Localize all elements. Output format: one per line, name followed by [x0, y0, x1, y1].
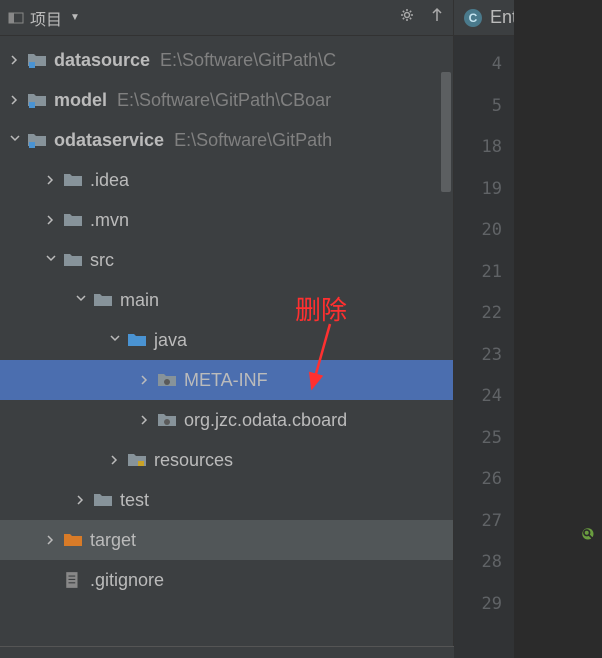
- tree-node-org-jzc-odata-cboard[interactable]: org.jzc.odata.cboard: [0, 400, 453, 440]
- target-folder-icon: [64, 532, 82, 548]
- panel-title: 项目: [30, 6, 62, 30]
- expand-icon[interactable]: [108, 333, 122, 347]
- node-label: java: [154, 330, 187, 351]
- node-label: .idea: [90, 170, 129, 191]
- module-icon: [28, 52, 46, 68]
- project-panel: 项目 ▼ datasource E:\Software\GitPath\C mode…: [0, 0, 454, 658]
- bottom-toolbar: [0, 646, 454, 658]
- line-number: 19: [454, 169, 502, 211]
- editor-gutter: 45181920212223242526272829: [454, 0, 514, 658]
- node-label: odataservice: [54, 130, 164, 151]
- expand-icon[interactable]: [8, 133, 22, 147]
- node-label: .mvn: [90, 210, 129, 231]
- line-number: 5: [454, 86, 502, 128]
- tree-node-test[interactable]: test: [0, 480, 453, 520]
- expand-icon[interactable]: [44, 213, 58, 227]
- node-label: META-INF: [184, 370, 268, 391]
- tree-node--mvn[interactable]: .mvn: [0, 200, 453, 240]
- expand-icon[interactable]: [44, 173, 58, 187]
- collapse-icon[interactable]: [429, 7, 445, 28]
- tree-node-java[interactable]: java: [0, 320, 453, 360]
- project-view-icon: [8, 10, 24, 26]
- expand-icon[interactable]: [74, 493, 88, 507]
- line-number: 29: [454, 584, 502, 626]
- node-label: org.jzc.odata.cboard: [184, 410, 347, 431]
- node-label: model: [54, 90, 107, 111]
- tree-node--gitignore[interactable]: .gitignore: [0, 560, 453, 600]
- panel-dropdown-icon[interactable]: ▼: [70, 12, 80, 23]
- package-icon: [158, 372, 176, 388]
- line-number: 27: [454, 501, 502, 543]
- tree-node-main[interactable]: main: [0, 280, 453, 320]
- node-label: .gitignore: [90, 570, 164, 591]
- module-icon: [28, 92, 46, 108]
- line-number: 24: [454, 376, 502, 418]
- node-label: src: [90, 250, 114, 271]
- tree-node-datasource[interactable]: datasource E:\Software\GitPath\C: [0, 40, 453, 80]
- line-number: 26: [454, 459, 502, 501]
- node-label: target: [90, 530, 136, 551]
- expand-icon[interactable]: [44, 253, 58, 267]
- search-marker-icon: [580, 526, 598, 544]
- folder-icon: [64, 252, 82, 268]
- line-number: 25: [454, 418, 502, 460]
- gear-icon[interactable]: [399, 7, 415, 28]
- package-icon: [158, 412, 176, 428]
- folder-icon: [64, 172, 82, 188]
- project-tree: datasource E:\Software\GitPath\C model E:\S…: [0, 36, 453, 658]
- source-folder-icon: [128, 332, 146, 348]
- tree-node-resources[interactable]: resources: [0, 440, 453, 480]
- expand-icon: [44, 573, 58, 587]
- folder-icon: [64, 212, 82, 228]
- resources-folder-icon: [128, 452, 146, 468]
- gitignore-icon: [64, 572, 82, 588]
- node-label: main: [120, 290, 159, 311]
- node-label: test: [120, 490, 149, 511]
- expand-icon[interactable]: [44, 533, 58, 547]
- expand-icon[interactable]: [138, 413, 152, 427]
- tree-node-meta-inf[interactable]: META-INF: [0, 360, 453, 400]
- module-icon: [28, 132, 46, 148]
- line-number: 23: [454, 335, 502, 377]
- folder-icon: [94, 492, 112, 508]
- expand-icon[interactable]: [138, 373, 152, 387]
- tree-node-src[interactable]: src: [0, 240, 453, 280]
- class-file-icon: C: [464, 9, 482, 27]
- line-number: 21: [454, 252, 502, 294]
- line-number: 20: [454, 210, 502, 252]
- node-label: resources: [154, 450, 233, 471]
- expand-icon[interactable]: [8, 53, 22, 67]
- expand-icon[interactable]: [74, 293, 88, 307]
- line-number: 18: [454, 127, 502, 169]
- node-path: E:\Software\GitPath\C: [160, 50, 336, 71]
- tree-node-target[interactable]: target: [0, 520, 453, 560]
- node-path: E:\Software\GitPath: [174, 130, 332, 151]
- editor-area: C EntityS 45181920212223242526272829: [454, 0, 602, 658]
- folder-icon: [94, 292, 112, 308]
- expand-icon[interactable]: [108, 453, 122, 467]
- expand-icon[interactable]: [8, 93, 22, 107]
- line-number: 28: [454, 542, 502, 584]
- panel-header: 项目 ▼: [0, 0, 453, 36]
- tree-node--idea[interactable]: .idea: [0, 160, 453, 200]
- editor-content[interactable]: [514, 0, 602, 658]
- node-label: datasource: [54, 50, 150, 71]
- tree-node-odataservice[interactable]: odataservice E:\Software\GitPath: [0, 120, 453, 160]
- line-number: 4: [454, 44, 502, 86]
- tree-node-model[interactable]: model E:\Software\GitPath\CBoar: [0, 80, 453, 120]
- node-path: E:\Software\GitPath\CBoar: [117, 90, 331, 111]
- line-number: 22: [454, 293, 502, 335]
